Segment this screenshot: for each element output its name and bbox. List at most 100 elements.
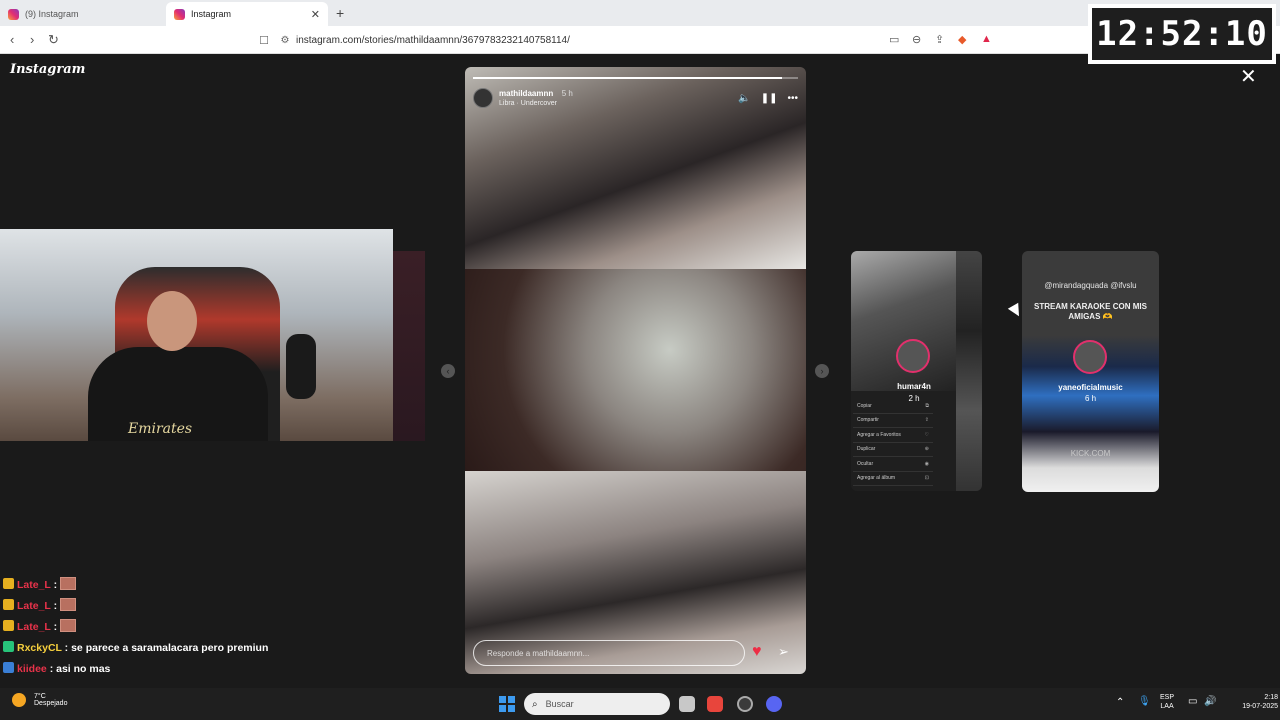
tab-title: (9) Instagram (25, 9, 79, 19)
search-placeholder: Buscar (545, 699, 574, 709)
tab-instagram-2[interactable]: Instagram ✕ (166, 2, 328, 26)
taskbar-search[interactable]: ⌕ Buscar (524, 693, 670, 715)
menu-item: Ocultar ◉ (853, 457, 933, 472)
windows-start-icon[interactable] (499, 696, 515, 712)
context-menu: Copiar ⧉ Compartir ⇪ Agregar a Favoritos ♡ … (853, 399, 933, 486)
side-story-username: yaneoficialmusic (1058, 383, 1123, 392)
close-stories-button[interactable]: ✕ (1240, 64, 1257, 89)
chat-username: Late_L (17, 579, 51, 591)
share-icon[interactable]: ⇪ (935, 33, 944, 46)
search-icon: ⌕ (532, 698, 538, 710)
side-story-preview-strip (956, 251, 982, 491)
eye-icon: ◉ (924, 460, 929, 467)
menu-item: Duplicar ⊕ (853, 443, 933, 457)
reply-input[interactable] (487, 648, 731, 658)
send-icon[interactable]: ➢ (778, 644, 789, 660)
chevron-up-icon[interactable]: ⌃ (1116, 698, 1124, 708)
monitor-icon[interactable]: ▭ (1188, 697, 1197, 707)
emote-icon (60, 619, 76, 632)
story-controls: 🔈 ❚❚ ••• (738, 93, 798, 104)
chat-text: asi no mas (56, 663, 111, 675)
tab-close-icon[interactable]: ✕ (311, 8, 320, 21)
rewards-icon[interactable]: ▲ (981, 33, 992, 45)
subscriber-badge-icon (3, 662, 14, 673)
brave-browser-icon[interactable] (707, 696, 723, 712)
brave-shield-icon[interactable]: ◆ (958, 33, 966, 46)
site-info-icon[interactable]: ⚙ (274, 35, 296, 46)
weather-temp: 7°C (34, 693, 46, 700)
weather-widget[interactable]: 7°C Despejado (12, 693, 67, 707)
taskbar-clock[interactable]: 2:18 19-07-2025 (1224, 693, 1278, 711)
mute-icon[interactable]: 🔈 (738, 93, 750, 104)
next-story-button[interactable]: › (815, 364, 829, 378)
more-options-icon[interactable]: ••• (787, 93, 798, 104)
story-progress-bar (473, 77, 798, 79)
copy-icon: ⧉ (925, 402, 929, 409)
clock-time: 12:52:10 (1092, 8, 1272, 60)
microphone-icon[interactable]: 🎙 (1138, 697, 1151, 707)
weather-desc: Despejado (34, 700, 68, 707)
shirt-text: Emirates (128, 421, 193, 437)
instagram-favicon-icon (8, 8, 19, 20)
instagram-favicon-icon (174, 8, 185, 20)
back-button[interactable]: ‹ (10, 32, 14, 47)
bookmark-icon[interactable]: ☐ (254, 34, 274, 47)
avatar[interactable] (473, 88, 493, 108)
story-time: 5 h (561, 89, 573, 98)
webcam-feed: Emirates (0, 229, 393, 441)
chat-message: Late_L : (3, 577, 303, 593)
subscriber-badge-icon (3, 641, 14, 652)
screen-icon[interactable]: ▭ (889, 33, 899, 46)
new-tab-button[interactable]: + (336, 5, 344, 21)
emote-icon (60, 598, 76, 611)
forward-button[interactable]: › (30, 32, 34, 47)
chat-username: Late_L (17, 621, 51, 633)
side-story-caption: STREAM KARAOKE CON MIS AMIGAS 🫶 (1034, 302, 1147, 321)
reply-field[interactable] (473, 640, 745, 666)
chat-message: Late_L : (3, 598, 303, 614)
story-viewer[interactable]: mathildaamnn 5 h Libra · Undercover 🔈 ❚❚… (465, 67, 806, 674)
sun-icon (12, 693, 26, 707)
language-indicator[interactable]: ESP LAA (1160, 693, 1174, 711)
story-photo-2 (465, 269, 806, 471)
chat-username: RxckyCL (17, 642, 62, 654)
story-header: mathildaamnn 5 h Libra · Undercover 🔈 ❚❚… (473, 85, 798, 111)
side-story-humar4n[interactable]: humar4n 2 h Copiar ⧉ Compartir ⇪ Agregar a… (851, 251, 982, 491)
chat-message: kiidee : asi no mas (3, 661, 303, 677)
story-progress-fill (473, 77, 782, 79)
side-story-yaneoficialmusic[interactable]: @mirandagquada @ifvslu STREAM KARAOKE CO… (1022, 251, 1159, 492)
story-music[interactable]: Libra · Undercover (499, 99, 573, 109)
side-story-time: 6 h (1084, 394, 1097, 403)
heart-icon: ♡ (924, 431, 929, 438)
discord-icon[interactable] (766, 696, 782, 712)
microphone (286, 334, 316, 399)
zoom-icon[interactable]: ⊖ (912, 33, 921, 46)
obs-icon[interactable] (737, 696, 753, 712)
instagram-logo[interactable]: Instagram (10, 62, 85, 77)
story-username[interactable]: mathildaamnn (499, 89, 553, 98)
side-story-mentions: @mirandagquada @ifvslu (1044, 281, 1137, 290)
chat-username: Late_L (17, 600, 51, 612)
reload-button[interactable]: ↻ (48, 32, 59, 48)
subscriber-badge-icon (3, 578, 14, 589)
url-text: instagram.com/stories/mathildaamnn/36797… (296, 34, 570, 46)
pause-icon[interactable]: ❚❚ (761, 93, 778, 104)
menu-item: Compartir ⇪ (853, 414, 933, 428)
duplicate-icon: ⊕ (924, 446, 929, 453)
prev-story-button[interactable]: ‹ (441, 364, 455, 378)
album-icon: ⊡ (924, 475, 929, 482)
clock-overlay: 12:52:10 (1088, 4, 1276, 64)
windows-taskbar: 7°C Despejado ⌕ Buscar ⌃ 🎙 ESP LAA ▭ 🔊 2… (0, 688, 1280, 720)
streamer-head (147, 291, 197, 351)
story-meta: mathildaamnn 5 h Libra · Undercover (499, 87, 573, 109)
emote-icon (60, 577, 76, 590)
tab-instagram-1[interactable]: (9) Instagram (0, 2, 166, 26)
side-story-kick: KICK.COM (1070, 449, 1111, 458)
volume-icon[interactable]: 🔊 (1204, 697, 1216, 707)
file-explorer-icon[interactable] (679, 696, 695, 712)
subscriber-badge-icon (3, 620, 14, 631)
chat-text: se parece a saramalacara pero premiun (71, 642, 269, 654)
heart-icon[interactable]: ♥ (752, 643, 762, 661)
share-icon: ⇪ (924, 417, 929, 424)
avatar (896, 339, 930, 373)
